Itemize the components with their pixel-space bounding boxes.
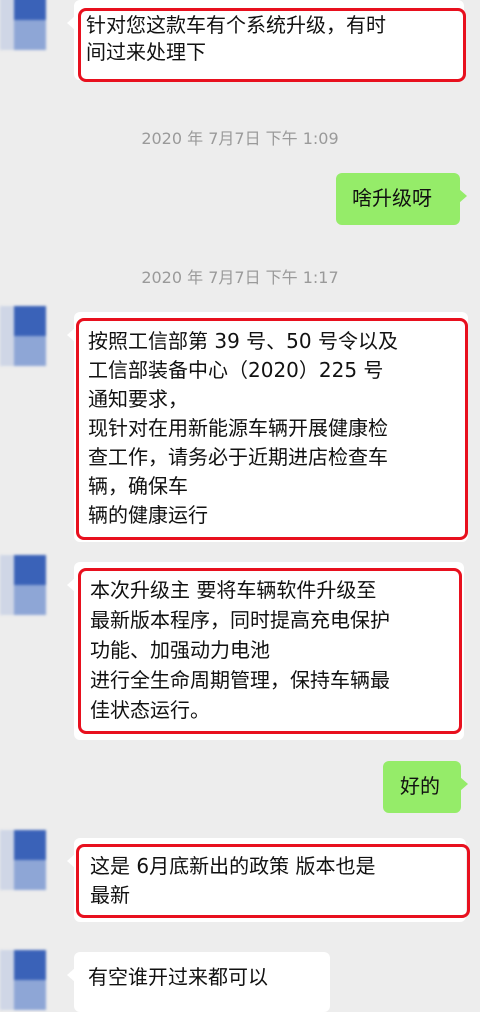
highlight-box bbox=[78, 568, 462, 734]
message-text: 好的 bbox=[400, 774, 440, 798]
timestamp: 2020 年 7月7日 下午 1:09 bbox=[141, 129, 339, 148]
timestamp: 2020 年 7月7日 下午 1:17 bbox=[141, 268, 339, 287]
contact-avatar[interactable] bbox=[0, 0, 46, 50]
message-text: 有空谁开过来都可以 bbox=[88, 965, 268, 989]
bubble-tail bbox=[67, 328, 75, 342]
highlight-box bbox=[78, 8, 466, 82]
highlight-box bbox=[76, 318, 468, 540]
sent-message[interactable]: 好的 bbox=[383, 761, 468, 813]
contact-avatar[interactable] bbox=[0, 950, 46, 1010]
bubble-tail bbox=[459, 189, 467, 203]
contact-avatar[interactable] bbox=[0, 555, 46, 615]
bubble-tail bbox=[460, 777, 468, 791]
bubble-tail bbox=[67, 854, 75, 868]
highlight-box bbox=[76, 844, 470, 918]
bubble-tail bbox=[67, 578, 75, 592]
contact-avatar[interactable] bbox=[0, 830, 46, 890]
bubble-tail bbox=[67, 968, 75, 982]
sent-message[interactable]: 啥升级呀 bbox=[336, 173, 467, 225]
bubble-tail bbox=[67, 16, 75, 30]
message-text: 啥升级呀 bbox=[352, 186, 432, 210]
received-message[interactable]: 有空谁开过来都可以 bbox=[67, 952, 330, 1012]
contact-avatar[interactable] bbox=[0, 306, 46, 366]
